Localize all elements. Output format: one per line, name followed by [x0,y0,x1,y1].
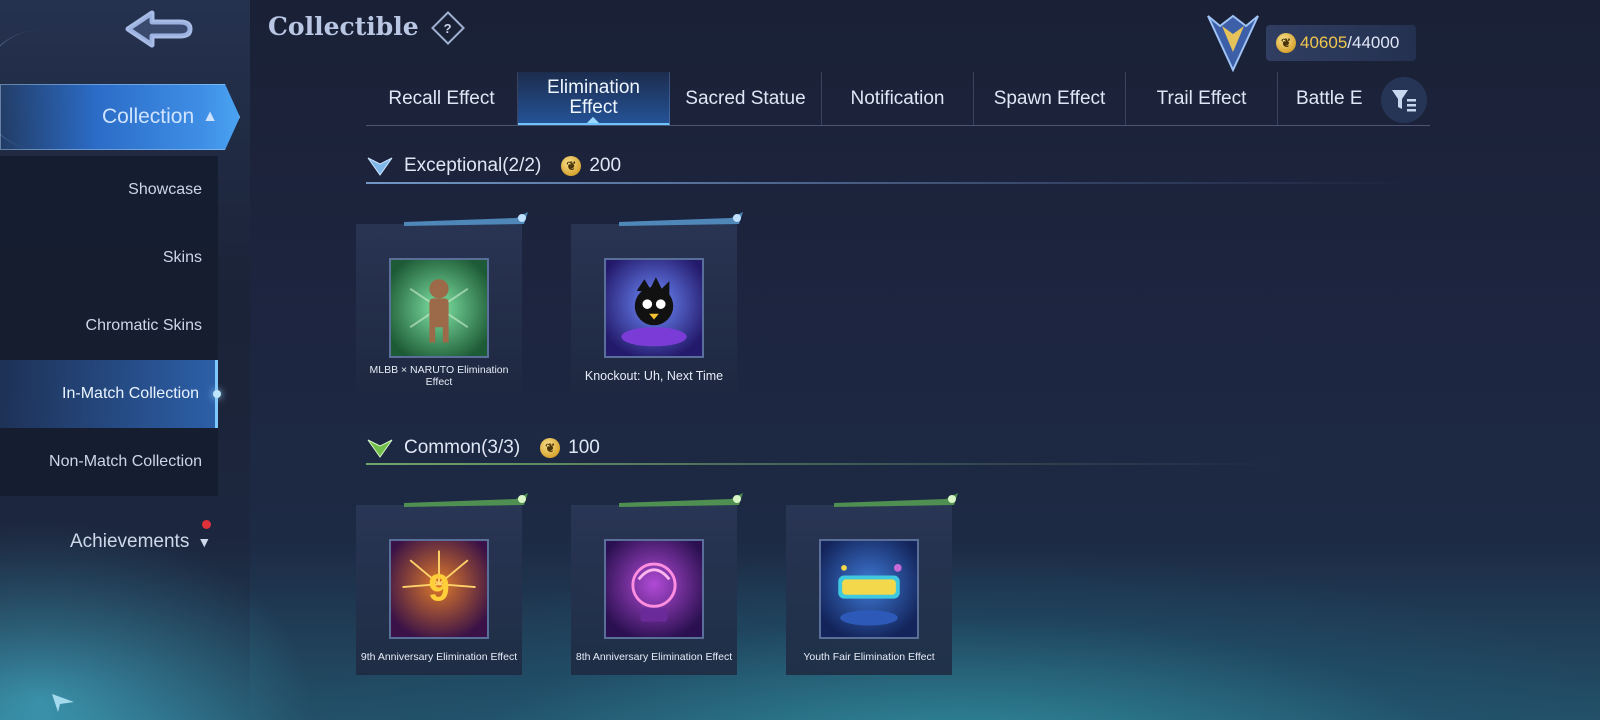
sidebar-item-showcase[interactable]: Showcase [0,156,218,224]
tab-notification[interactable]: Notification [822,72,974,125]
collection-menu-button[interactable]: Collection ▲ [0,84,240,150]
effect-name: 8th Anniversary Elimination Effect [575,651,733,663]
rank-emblem-icon [1200,8,1266,74]
corner-arrow-icon [52,694,74,712]
divider [366,463,1281,465]
effect-card[interactable]: 8th Anniversary Elimination Effect [571,493,743,675]
sidebar-item-chromatic-skins[interactable]: Chromatic Skins [0,292,218,360]
chevron-up-icon: ▲ [202,108,218,125]
back-arrow-icon [125,10,193,48]
sidebar-item-non-match-collection[interactable]: Non-Match Collection [0,428,218,496]
svg-text:9: 9 [428,567,449,610]
section-header-common: Common (3/3) ❦ 100 [366,428,600,468]
page-title: Collectible [268,12,419,41]
effect-card[interactable]: Knockout: Uh, Next Time [571,212,743,394]
naruto-effect-thumbnail [389,258,489,358]
filter-button[interactable] [1381,77,1427,123]
section-count: (3/3) [481,437,521,458]
8th-anniversary-thumbnail [604,539,704,639]
collection-submenu: Showcase Skins Chromatic Skins In-Match … [0,156,221,496]
effect-name: 9th Anniversary Elimination Effect [360,651,518,663]
achievements-label: Achievements [70,531,190,552]
chevron-down-icon: ▼ [197,534,212,550]
tab-trail-effect[interactable]: Trail Effect [1126,72,1278,125]
effect-name: Knockout: Uh, Next Time [584,369,724,383]
ribbon-decoration [404,493,528,507]
points-current: 40605 [1300,33,1348,52]
collection-point-icon: ❦ [540,438,561,458]
section-count: (2/2) [502,155,542,176]
filter-icon [1392,90,1416,112]
effect-name: MLBB × NARUTO Elimination Effect [369,364,509,388]
section-title: Common [404,437,482,458]
collection-points: ❦ 40605/44000 [1266,25,1416,61]
notification-dot [202,520,211,529]
ribbon-decoration [834,493,958,507]
collection-point-icon: ❦ [1276,33,1296,53]
collection-label: Collection [101,105,195,128]
collection-point-icon: ❦ [561,156,582,176]
section-points: 100 [568,437,600,458]
sidebar-item-skins[interactable]: Skins [0,224,218,292]
youth-fair-thumbnail [819,539,919,639]
tab-recall-effect[interactable]: Recall Effect [366,72,518,125]
ribbon-decoration [404,212,528,226]
common-tier-icon [367,439,393,458]
achievements-menu-button[interactable]: Achievements ▼ [70,520,230,562]
section-points: 200 [589,155,622,176]
9th-anniversary-thumbnail: 9 [389,539,489,639]
effect-card[interactable]: Youth Fair Elimination Effect [786,493,958,675]
divider [366,182,1416,184]
exceptional-tier-icon [367,157,393,176]
knockout-effect-thumbnail [604,258,704,358]
ribbon-decoration [619,212,743,226]
effect-name: Youth Fair Elimination Effect [803,651,935,663]
ribbon-decoration [619,493,743,507]
points-max: /44000 [1347,33,1400,52]
tab-spawn-effect[interactable]: Spawn Effect [974,72,1126,125]
sidebar-item-in-match-collection[interactable]: In-Match Collection [0,360,221,428]
tab-elimination-effect[interactable]: Elimination Effect [518,72,670,125]
help-icon[interactable]: ? [431,11,465,45]
section-title: Exceptional [404,155,503,176]
effect-card[interactable]: MLBB × NARUTO Elimination Effect [356,212,528,394]
section-header-exceptional: Exceptional (2/2) ❦ 200 [366,146,621,186]
tab-sacred-statue[interactable]: Sacred Statue [670,72,822,125]
back-button[interactable] [118,6,202,56]
effect-card[interactable]: 9 9th Anniversary Elimination Effect [356,493,528,675]
category-tabs: Recall Effect Elimination Effect Sacred … [366,72,1430,126]
tab-battle-emote[interactable]: Battle E [1278,72,1384,125]
